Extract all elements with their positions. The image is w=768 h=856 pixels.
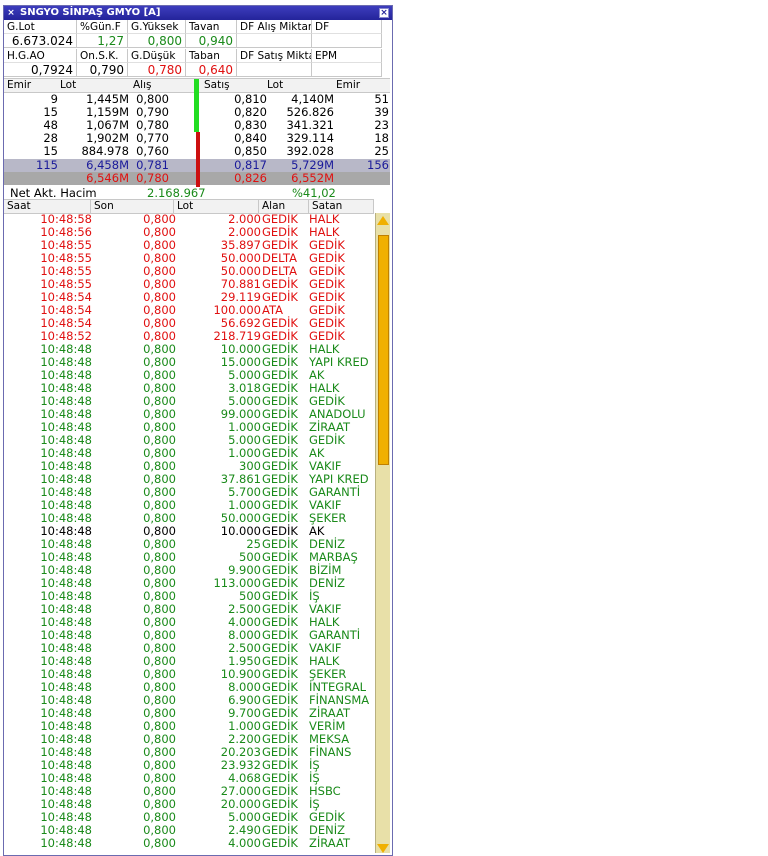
trade-time: 10:48:48	[40, 836, 92, 850]
trades-column-header[interactable]: Son	[91, 200, 174, 213]
trade-seller: ZİRAAT	[309, 836, 350, 850]
buy-indicator-bar	[194, 79, 199, 132]
order-book-cell: 392.028	[286, 144, 334, 158]
summary-label: G.Lot	[4, 20, 77, 34]
net-volume-label: Net Akt. Hacim	[10, 186, 97, 200]
summary-label: On.S.K.	[77, 49, 128, 63]
trades-list[interactable]: 10:48:58 0,800 2.000 GEDİK HALK 10:48:56 0,800…	[4, 213, 374, 853]
summary-label: H.G.AO	[4, 49, 77, 63]
trades-scrollbar[interactable]	[375, 213, 390, 853]
scroll-down-arrow-icon[interactable]	[377, 844, 389, 853]
summary-value	[312, 34, 382, 48]
summary-label: Tavan	[186, 20, 237, 34]
summary-label: EPM	[312, 49, 382, 63]
order-book-cell: 0,850	[234, 144, 267, 158]
summary-label: Taban	[186, 49, 237, 63]
summary-value: 6.673.024	[4, 34, 77, 48]
net-volume-row: Net Akt. Hacim 2.168.967 %41,02	[4, 185, 390, 200]
window-title: SNGYO SİNPAŞ GMYO [A]	[20, 7, 161, 18]
summary-label: DF Alış Miktar	[237, 20, 312, 34]
summary-value	[237, 63, 312, 77]
order-book-cell: 0,760	[136, 144, 169, 158]
stock-window: × SNGYO SİNPAŞ GMYO [A] × G.Lot 6.673.024…	[3, 5, 393, 856]
trades-column-header[interactable]: Saat	[4, 200, 91, 213]
scroll-up-arrow-icon[interactable]	[377, 216, 389, 225]
order-book-column-header[interactable]: Emir	[336, 79, 360, 92]
close-button[interactable]: ×	[379, 8, 389, 18]
summary-value: 0,790	[77, 63, 128, 77]
order-book-cell: 15	[43, 144, 58, 158]
net-volume-pct: %41,02	[292, 186, 336, 200]
summary-value: 0,640	[186, 63, 237, 77]
trades-column-header[interactable]: Satan	[309, 200, 374, 213]
trades-header: Saat Son Lot Alan Satan	[4, 199, 374, 214]
summary-label: DF Satış Mikta	[237, 49, 312, 63]
scroll-thumb[interactable]	[378, 235, 389, 465]
summary-label: DF	[312, 20, 382, 34]
net-volume-value: 2.168.967	[147, 186, 206, 200]
order-book-cell: 156	[367, 158, 389, 172]
order-book-cell: 25	[374, 144, 389, 158]
order-book-column-header[interactable]: Lot	[267, 79, 283, 92]
order-book-column-header[interactable]: Lot	[60, 79, 76, 92]
trade-lot: 4.000	[228, 836, 261, 850]
summary-grid: G.Lot 6.673.024 %Gün.F 1,27 G.Yüksek 0,800 Tav…	[4, 20, 392, 78]
title-bar[interactable]: × SNGYO SİNPAŞ GMYO [A] ×	[4, 6, 392, 20]
summary-value: 0,780	[128, 63, 186, 77]
order-book-column-header[interactable]: Satış	[204, 79, 230, 92]
order-book-cell: 0,826	[234, 171, 267, 185]
trade-price: 0,800	[143, 836, 176, 850]
order-book-column-header[interactable]: Alış	[133, 79, 152, 92]
trade-row[interactable]: 10:48:48 0,800 4.000 GEDİK ZİRAAT	[4, 837, 374, 850]
trade-buyer: GEDİK	[262, 836, 298, 850]
summary-value: 0,7924	[4, 63, 77, 77]
summary-value: 0,800	[128, 34, 186, 48]
sell-indicator-bar	[196, 132, 200, 187]
summary-label: %Gün.F	[77, 20, 128, 34]
order-book-cell: 6,552M	[291, 171, 334, 185]
order-book-cell: 0,780	[136, 171, 169, 185]
trades-column-header[interactable]: Alan	[259, 200, 309, 213]
summary-value: 0,940	[186, 34, 237, 48]
close-icon[interactable]: ×	[6, 8, 16, 18]
summary-label: G.Düşük	[128, 49, 186, 63]
summary-value: 1,27	[77, 34, 128, 48]
trades-column-header[interactable]: Lot	[174, 200, 259, 213]
summary-label: G.Yüksek	[128, 20, 186, 34]
summary-value	[237, 34, 312, 48]
summary-value	[312, 63, 382, 77]
order-book-cell: 115	[36, 158, 58, 172]
order-book-column-header[interactable]: Emir	[7, 79, 31, 92]
